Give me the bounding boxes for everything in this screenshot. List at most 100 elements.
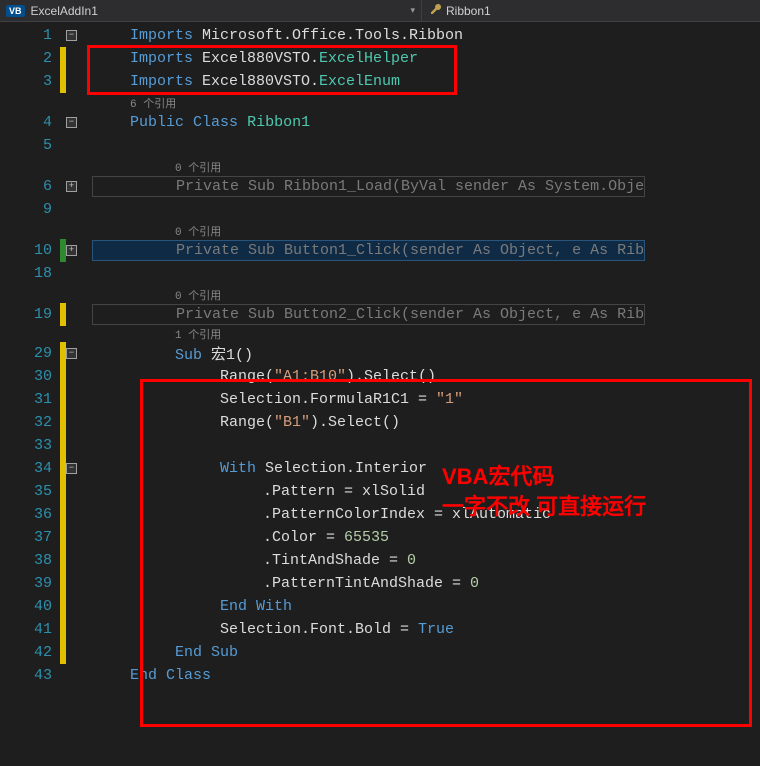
code-line[interactable]: 31 Selection.FormulaR1C1 = "1" (0, 388, 760, 411)
code-line[interactable]: 9 (0, 198, 760, 221)
code-text: Range("B1").Select() (92, 414, 400, 431)
fold-gutter (66, 198, 92, 221)
line-number: 9 (0, 201, 60, 218)
code-text: End Sub (92, 644, 238, 661)
line-number: 32 (0, 414, 60, 431)
line-number: 39 (0, 575, 60, 592)
type-dropdown[interactable]: VB ExcelAddIn1 ▾ (0, 0, 422, 21)
vb-language-badge: VB (6, 5, 25, 17)
fold-gutter (66, 549, 92, 572)
line-number: 5 (0, 137, 60, 154)
fold-collapse-icon[interactable]: − (66, 117, 77, 128)
fold-gutter (66, 134, 92, 157)
code-line[interactable]: 42End Sub (0, 641, 760, 664)
code-line[interactable]: 18 (0, 262, 760, 285)
code-lens-references[interactable]: 0 个引用 (0, 221, 760, 239)
fold-gutter (66, 664, 92, 687)
fold-gutter (66, 434, 92, 457)
member-name: Ribbon1 (446, 4, 491, 18)
fold-gutter (66, 572, 92, 595)
line-number: 34 (0, 460, 60, 477)
code-lens-references[interactable]: 6 个引用 (0, 93, 760, 111)
code-text: .PatternColorIndex = xlAutomatic (92, 506, 551, 523)
code-line[interactable]: 43 End Class (0, 664, 760, 687)
line-number: 37 (0, 529, 60, 546)
code-line[interactable]: 3Imports Excel880VSTO.ExcelEnum (0, 70, 760, 93)
code-text: End Class (92, 667, 211, 684)
code-line[interactable]: 29−Sub 宏1() (0, 342, 760, 365)
code-line[interactable]: 30Range("A1:B10").Select() (0, 365, 760, 388)
chevron-down-icon: ▾ (410, 5, 415, 16)
code-lens-references[interactable]: 1 个引用 (0, 326, 760, 342)
member-dropdown[interactable]: Ribbon1 (422, 0, 497, 21)
fold-gutter (66, 595, 92, 618)
fold-gutter (66, 262, 92, 285)
wrench-icon (428, 2, 442, 19)
code-text: Private Sub Button1_Click(sender As Obje… (92, 240, 645, 261)
line-number: 30 (0, 368, 60, 385)
fold-expand-icon[interactable]: + (66, 181, 77, 192)
code-line[interactable]: 41Selection.Font.Bold = True (0, 618, 760, 641)
navigation-bar: VB ExcelAddIn1 ▾ Ribbon1 (0, 0, 760, 22)
code-line[interactable]: 39 .PatternTintAndShade = 0 (0, 572, 760, 595)
code-line[interactable]: 2 Imports Excel880VSTO.ExcelHelper (0, 47, 760, 70)
code-line[interactable]: 34− With Selection.Interior (0, 457, 760, 480)
code-text: .Pattern = xlSolid (92, 483, 425, 500)
code-lens-references[interactable]: 0 个引用 (0, 285, 760, 303)
code-line[interactable]: 35.Pattern = xlSolid (0, 480, 760, 503)
type-name: ExcelAddIn1 (31, 4, 98, 18)
code-text: Public Class Ribbon1 (92, 114, 310, 131)
fold-gutter: − (66, 342, 92, 365)
fold-gutter: − (66, 24, 92, 47)
code-editor[interactable]: 1−Imports Microsoft.Office.Tools.Ribbon2… (0, 22, 760, 766)
code-line[interactable]: 37 .Color = 65535 (0, 526, 760, 549)
code-line[interactable]: 33 (0, 434, 760, 457)
code-line[interactable]: 36 .PatternColorIndex = xlAutomatic (0, 503, 760, 526)
fold-gutter: − (66, 457, 92, 480)
line-number: 2 (0, 50, 60, 67)
code-text: With Selection.Interior (92, 460, 427, 477)
code-line[interactable]: 32 Range("B1").Select() (0, 411, 760, 434)
code-lens-references[interactable]: 0 个引用 (0, 157, 760, 175)
line-number: 19 (0, 306, 60, 323)
code-text: Selection.FormulaR1C1 = "1" (92, 391, 463, 408)
line-number: 36 (0, 506, 60, 523)
fold-gutter (66, 70, 92, 93)
line-number: 33 (0, 437, 60, 454)
line-number: 40 (0, 598, 60, 615)
fold-gutter (66, 641, 92, 664)
line-number: 43 (0, 667, 60, 684)
fold-gutter (66, 503, 92, 526)
fold-gutter (66, 526, 92, 549)
code-line[interactable]: 1−Imports Microsoft.Office.Tools.Ribbon (0, 24, 760, 47)
fold-collapse-icon[interactable]: − (66, 30, 77, 41)
line-number: 31 (0, 391, 60, 408)
fold-gutter: − (66, 111, 92, 134)
fold-gutter (66, 47, 92, 70)
code-text: .Color = 65535 (92, 529, 389, 546)
code-line[interactable]: 10+Private Sub Button1_Click(sender As O… (0, 239, 760, 262)
fold-collapse-icon[interactable]: − (66, 348, 77, 359)
fold-gutter (66, 365, 92, 388)
code-text: .TintAndShade = 0 (92, 552, 416, 569)
fold-collapse-icon[interactable]: − (66, 463, 77, 474)
code-line[interactable]: 40End With (0, 595, 760, 618)
code-line[interactable]: 5 (0, 134, 760, 157)
line-number: 6 (0, 178, 60, 195)
code-line[interactable]: 38 .TintAndShade = 0 (0, 549, 760, 572)
code-text: .PatternTintAndShade = 0 (92, 575, 479, 592)
code-content[interactable]: 1−Imports Microsoft.Office.Tools.Ribbon2… (0, 22, 760, 766)
fold-expand-icon[interactable]: + (66, 245, 77, 256)
code-line[interactable]: 4− Public Class Ribbon1 (0, 111, 760, 134)
code-text: Selection.Font.Bold = True (92, 621, 454, 638)
line-number: 18 (0, 265, 60, 282)
code-text: Imports Excel880VSTO.ExcelHelper (92, 50, 418, 67)
line-number: 38 (0, 552, 60, 569)
code-line[interactable]: 6 + Private Sub Ribbon1_Load(ByVal sender … (0, 175, 760, 198)
code-line[interactable]: 19Private Sub Button2_Click(sender As Ob… (0, 303, 760, 326)
line-number: 3 (0, 73, 60, 90)
code-text: Private Sub Ribbon1_Load(ByVal sender As… (92, 176, 645, 197)
fold-gutter (66, 618, 92, 641)
line-number: 4 (0, 114, 60, 131)
fold-gutter: + (66, 239, 92, 262)
